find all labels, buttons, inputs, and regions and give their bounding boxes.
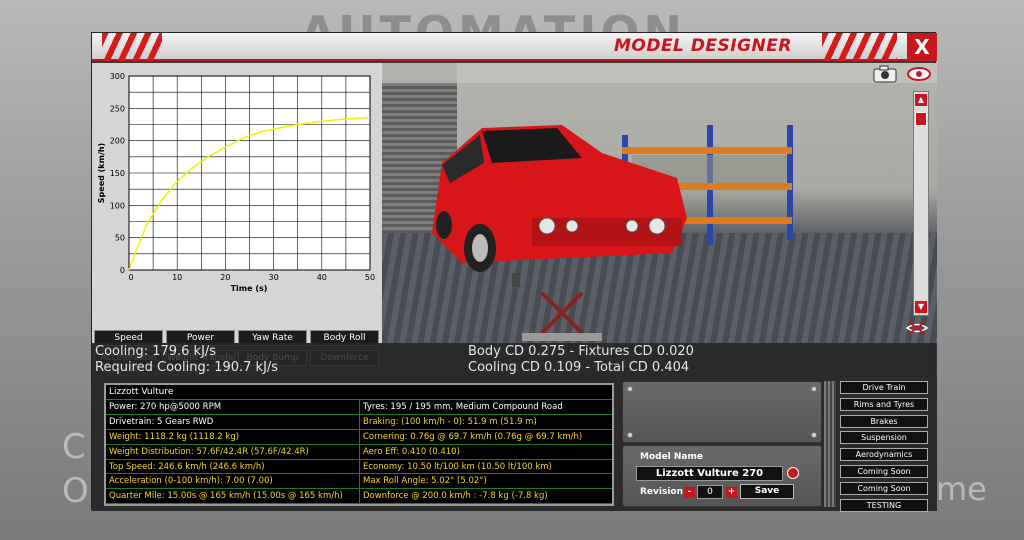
menu-button-coming-soon[interactable]: Coming Soon — [840, 465, 928, 478]
menu-button-suspension[interactable]: Suspension — [840, 431, 928, 445]
info-cell: Weight Distribution: 57.6F/42.4R (57.6F/… — [109, 446, 309, 457]
model-name-label: Model Name — [640, 452, 703, 462]
info-row: Top Speed: 246.6 km/h (246.6 km/h) Econom… — [106, 459, 612, 475]
revision-value: 0 — [697, 485, 723, 499]
y-axis-label: Speed (km/h) — [97, 143, 106, 203]
info-row: Weight Distribution: 57.6F/42.4R (57.6F/… — [106, 444, 612, 460]
scroll-thumb[interactable] — [915, 112, 927, 126]
x-tick-label: 0 — [128, 273, 133, 282]
menu-button-aerodynamics[interactable]: Aerodynamics — [840, 448, 928, 462]
info-row: Weight: 1118.2 kg (1118.2 kg) Cornering: … — [106, 429, 612, 445]
info-cell: Cornering: 0.76g @ 69.7 km/h (0.76g @ 69… — [359, 429, 612, 444]
save-button[interactable]: Save — [740, 484, 794, 499]
randomize-name-button[interactable] — [787, 467, 799, 479]
revision-decrement-button[interactable]: - — [684, 487, 695, 498]
y-tick-label: 250 — [110, 104, 125, 113]
info-row: Power: 270 hp@5000 RPM Tyres: 195 / 195 m… — [106, 400, 612, 415]
viewport-zoom-scrollbar[interactable]: ▲ ▼ — [913, 91, 929, 316]
info-row: Drivetrain: 5 Gears RWD Braking: (100 km/… — [106, 414, 612, 430]
x-tick-label: 10 — [172, 273, 182, 282]
background-text-right: me — [936, 470, 987, 508]
y-tick-label: 200 — [110, 137, 125, 146]
info-cell: Economy: 10.50 lt/100 km (10.50 lt/100 k… — [359, 459, 612, 474]
cooling-drag-stats: Cooling: 179.6 kJ/s Required Cooling: 19… — [92, 343, 937, 377]
camera-icon[interactable] — [873, 65, 897, 83]
menu-button-coming-soon[interactable]: Coming Soon — [840, 481, 928, 495]
car-lift — [512, 273, 602, 341]
y-tick-label: 150 — [110, 169, 125, 178]
info-cell: Quarter Mile: 15.00s @ 165 km/h (15.00s … — [109, 491, 343, 502]
x-tick-label: 40 — [317, 273, 327, 282]
speed-chart: 0 50 100 150 200 250 300 0 10 20 30 40 50 Speed (km… — [97, 72, 375, 293]
y-tick-label: 100 — [110, 201, 125, 210]
x-tick-label: 30 — [269, 273, 279, 282]
graph-panel: 0 50 100 150 200 250 300 0 10 20 30 40 50 Speed (km… — [92, 63, 382, 366]
title-bar: MODEL DESIGNER X — [92, 33, 937, 61]
car-model — [432, 125, 687, 272]
racing-stripes-right — [822, 33, 897, 61]
info-cell: Acceleration (0-100 km/h): 7.00 (7.00) — [109, 476, 273, 487]
revision-increment-button[interactable]: + — [726, 487, 737, 498]
info-row: Quarter Mile: 15.00s @ 165 km/h (15.00s … — [106, 489, 612, 505]
close-button[interactable]: X — [907, 33, 937, 61]
info-cell: Braking: (100 km/h - 0): 51.9 m (51.9 m) — [359, 414, 612, 429]
bottom-panel: Lizzott Vulture Power: 270 hp@5000 RPM Ty… — [92, 377, 937, 512]
cooling-cd-stat: Cooling CD 0.109 - Total CD 0.404 — [468, 360, 690, 375]
car-info-title: Lizzott Vulture — [106, 385, 612, 400]
x-axis-label: Time (s) — [231, 284, 268, 293]
info-cell: Max Roll Angle: 5.02° (5.02°) — [359, 474, 612, 489]
menu-button-rims-and-tyres[interactable]: Rims and Tyres — [840, 397, 928, 411]
garage-wall — [457, 63, 937, 83]
model-designer-window: MODEL DESIGNER X 0 50 100 150 200 250 300 0 10 2… — [91, 32, 937, 512]
racing-stripes-left — [102, 33, 162, 61]
model-name-input[interactable]: Lizzott Vulture 270 — [636, 466, 783, 481]
menu-rail — [824, 381, 836, 507]
info-cell: Power: 270 hp@5000 RPM — [109, 402, 222, 412]
menu-button-testing[interactable]: TESTING — [840, 498, 928, 512]
background-text-line: C — [62, 427, 86, 467]
model-controls: Model Name Lizzott Vulture 270 Revision … — [622, 377, 822, 511]
info-cell: Top Speed: 246.6 km/h (246.6 km/h) — [109, 461, 265, 472]
scroll-down-button[interactable]: ▼ — [915, 301, 927, 313]
y-tick-label: 0 — [120, 266, 125, 275]
eye-icon[interactable] — [907, 65, 931, 83]
cooling-stat: Cooling: 179.6 kJ/s — [95, 344, 217, 359]
info-cell: Aero Eff: 0.410 (0.410) — [359, 444, 612, 459]
y-tick-label: 300 — [110, 72, 125, 81]
info-cell: Downforce @ 200.0 km/h : -7.8 kg (-7.8 k… — [359, 489, 612, 504]
x-tick-label: 50 — [365, 273, 375, 282]
revision-label: Revision — [640, 487, 684, 497]
background-text-line: O — [62, 471, 89, 511]
hide-wing-icon[interactable] — [905, 319, 929, 337]
background-text-left: C O — [62, 425, 89, 513]
window-title: MODEL DESIGNER — [613, 36, 792, 56]
info-cell: Weight: 1118.2 kg (1118.2 kg) — [109, 431, 240, 442]
scroll-up-button[interactable]: ▲ — [915, 94, 927, 106]
info-row: Acceleration (0-100 km/h): 7.00 (7.00) Ma… — [106, 474, 612, 490]
x-tick-label: 20 — [220, 273, 230, 282]
viewport-icons — [873, 65, 931, 83]
required-cooling-stat: Required Cooling: 190.7 kJ/s — [95, 360, 279, 375]
body-cd-stat: Body CD 0.275 - Fixtures CD 0.020 — [468, 344, 694, 359]
menu-button-brakes[interactable]: Brakes — [840, 414, 928, 428]
car-info-table: Lizzott Vulture Power: 270 hp@5000 RPM Ty… — [104, 383, 614, 507]
y-tick-label: 50 — [115, 234, 125, 243]
info-cell: Tyres: 195 / 195 mm, Medium Compound Roa… — [359, 400, 612, 414]
menu-button-drive-train[interactable]: Drive Train — [840, 381, 928, 394]
car-viewport[interactable]: ▲ ▼ — [382, 63, 937, 343]
info-cell: Drivetrain: 5 Gears RWD — [109, 416, 214, 427]
